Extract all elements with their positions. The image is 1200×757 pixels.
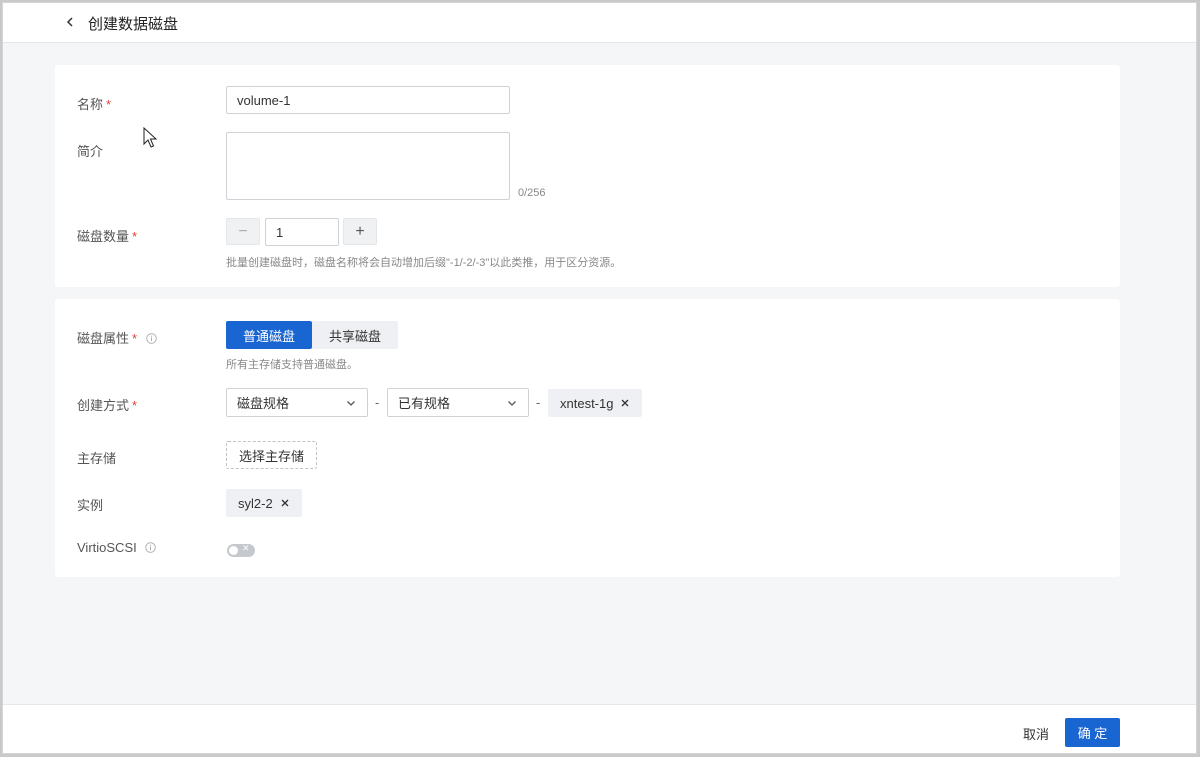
page-header: 创建数据磁盘 [3,3,1196,43]
description-textarea[interactable] [226,132,510,200]
virtio-scsi-toggle[interactable]: ✕ [227,543,255,557]
page-title: 创建数据磁盘 [88,16,179,33]
description-counter: 0/256 [518,187,546,199]
instance-tag: syl2-2 [226,489,302,517]
app-window: 创建数据磁盘 名称* 简介 0/256 磁盘数量* − + 批量创建磁盘时，磁盘… [2,2,1197,754]
toggle-off-glyph: ✕ [242,543,250,553]
instance-tag-label: syl2-2 [238,495,273,511]
disk-type-label: 磁盘属性 * [77,328,157,347]
offering-tag: xntest-1g [548,389,643,417]
description-label: 简介 [77,144,104,159]
decrement-button[interactable]: − [226,218,260,245]
disk-type-hint: 所有主存储支持普通磁盘。 [226,359,358,371]
offering-tag-label: xntest-1g [560,395,614,411]
separator-dash: - [536,395,541,410]
create-method-label: 创建方式 * [77,398,138,413]
info-icon[interactable] [145,542,157,553]
close-icon[interactable] [620,398,630,408]
primary-storage-label: 主存储 [77,451,117,466]
disk-type-shared[interactable]: 共享磁盘 [312,321,398,349]
confirm-button[interactable]: 确 定 [1065,718,1120,747]
footer-bar: 取消 确 定 [3,704,1196,753]
mouse-cursor-icon [143,127,158,148]
offering-select-value: 已有规格 [398,396,451,411]
name-input[interactable] [226,86,510,114]
disk-count-label: 磁盘数量 * [77,229,138,244]
disk-attributes-card: 磁盘属性 * 普通磁盘 共享磁盘 所有主存储支持普通磁盘。 创建方式 * 磁盘规格 … [55,299,1120,577]
create-method-value: 磁盘规格 [237,396,290,411]
toggle-knob [229,546,238,555]
cancel-button[interactable]: 取消 [1007,719,1065,747]
back-arrow-icon[interactable] [63,15,77,29]
separator-dash: - [375,395,380,410]
info-icon[interactable] [145,333,157,344]
virtio-scsi-label: VirtioSCSI [77,540,157,555]
chevron-down-icon [508,400,516,406]
instance-label: 实例 [77,498,104,513]
chevron-down-icon [347,400,355,406]
create-method-select[interactable]: 磁盘规格 [226,388,368,417]
disk-count-hint: 批量创建磁盘时，磁盘名称将会自动增加后缀"-1/-2/-3"以此类推，用于区分资… [226,257,622,269]
increment-button[interactable]: + [343,218,377,245]
disk-count-input[interactable] [265,218,339,246]
disk-type-normal[interactable]: 普通磁盘 [226,321,312,349]
offering-select[interactable]: 已有规格 [387,388,529,417]
basic-info-card: 名称* 简介 0/256 磁盘数量* − + 批量创建磁盘时，磁盘名称将会自动增… [55,65,1120,287]
close-icon[interactable] [280,498,290,508]
name-label: 名称 * [77,97,112,112]
select-primary-storage-button[interactable]: 选择主存储 [226,441,317,469]
